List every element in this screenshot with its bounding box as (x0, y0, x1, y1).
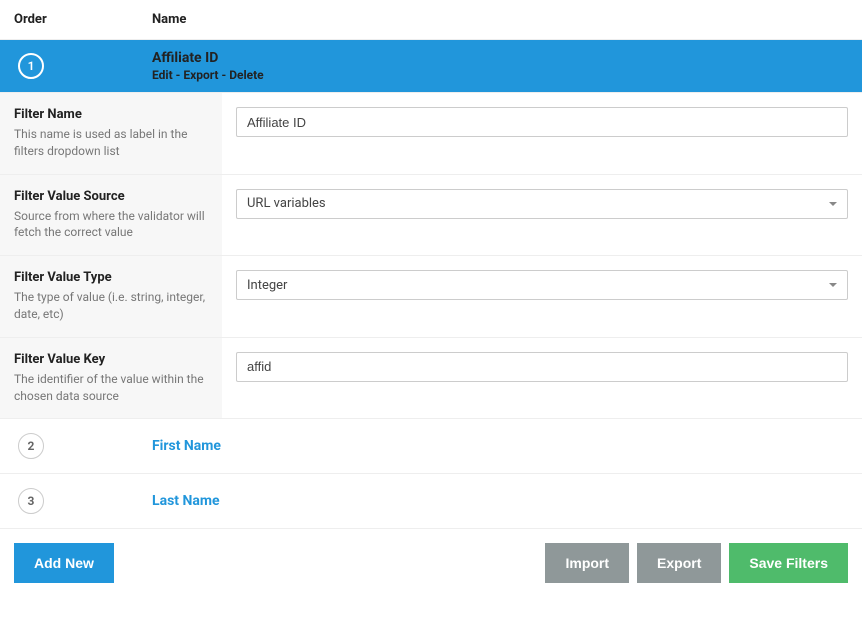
filter-actions: Edit - Export - Delete (152, 68, 848, 82)
save-filters-button[interactable]: Save Filters (729, 543, 848, 583)
filter-row-collapsed[interactable]: 2 First Name (0, 418, 862, 473)
filter-name-input[interactable] (236, 107, 848, 137)
footer-bar: Add New Import Export Save Filters (0, 528, 862, 597)
add-new-button[interactable]: Add New (14, 543, 114, 583)
field-filter-name: Filter Name This name is used as label i… (0, 92, 862, 174)
field-filter-value-type: Filter Value Type The type of value (i.e… (0, 255, 862, 337)
filter-title[interactable]: First Name (152, 438, 848, 454)
field-label: Filter Value Source (14, 189, 208, 204)
filter-value-key-input[interactable] (236, 352, 848, 382)
order-badge: 2 (18, 433, 44, 459)
filter-title[interactable]: Last Name (152, 493, 848, 509)
filter-detail-panel: Filter Name This name is used as label i… (0, 92, 862, 418)
edit-link[interactable]: Edit (152, 68, 173, 82)
export-link[interactable]: Export (183, 68, 218, 82)
field-label: Filter Value Type (14, 270, 208, 285)
filter-title: Affiliate ID (152, 50, 848, 66)
select-value: URL variables (247, 196, 326, 211)
field-filter-value-source: Filter Value Source Source from where th… (0, 174, 862, 256)
chevron-down-icon (829, 202, 837, 206)
delete-link[interactable]: Delete (229, 68, 263, 82)
col-header-name: Name (152, 12, 848, 27)
table-header: Order Name (0, 0, 862, 40)
col-header-order: Order (14, 12, 152, 27)
filter-value-source-select[interactable]: URL variables (236, 189, 848, 219)
order-badge: 3 (18, 488, 44, 514)
order-badge: 1 (18, 53, 44, 79)
import-button[interactable]: Import (545, 543, 629, 583)
field-help: The type of value (i.e. string, integer,… (14, 289, 208, 323)
select-value: Integer (247, 278, 287, 293)
chevron-down-icon (829, 283, 837, 287)
field-filter-value-key: Filter Value Key The identifier of the v… (0, 337, 862, 419)
filter-row-collapsed[interactable]: 3 Last Name (0, 473, 862, 528)
filter-row-active[interactable]: 1 Affiliate ID Edit - Export - Delete (0, 40, 862, 92)
field-help: This name is used as label in the filter… (14, 126, 208, 160)
field-help: Source from where the validator will fet… (14, 208, 208, 242)
field-label: Filter Name (14, 107, 208, 122)
filter-value-type-select[interactable]: Integer (236, 270, 848, 300)
field-label: Filter Value Key (14, 352, 208, 367)
field-help: The identifier of the value within the c… (14, 371, 208, 405)
export-button[interactable]: Export (637, 543, 721, 583)
